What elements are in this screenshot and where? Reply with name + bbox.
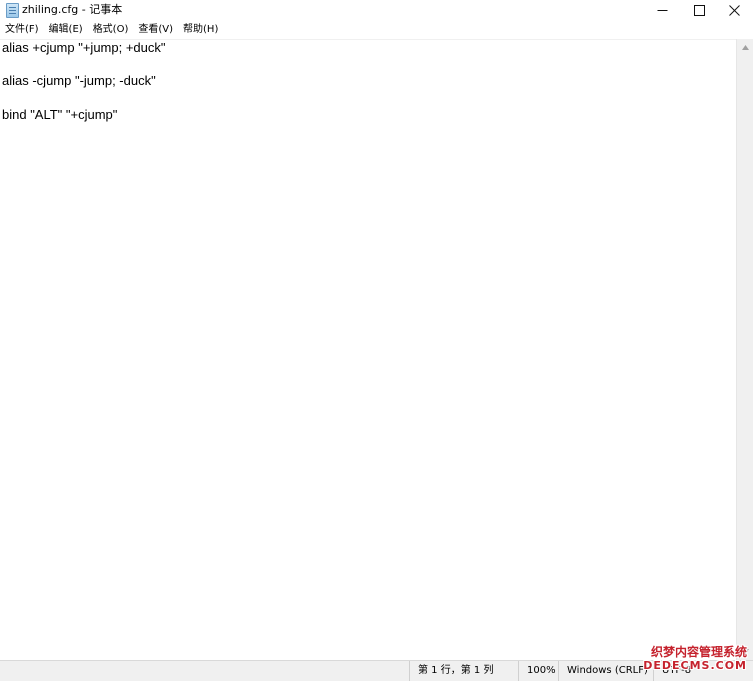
- text-editor[interactable]: alias +cjump "+jump; +duck" alias -cjump…: [0, 39, 736, 661]
- watermark-line2: DEDECMS.COM: [643, 659, 747, 672]
- scroll-up-arrow[interactable]: [737, 39, 753, 56]
- editor-line[interactable]: alias +cjump "+jump; +duck": [2, 40, 166, 55]
- maximize-icon: [694, 4, 705, 16]
- title-bar[interactable]: zhiling.cfg - 记事本: [0, 0, 753, 20]
- status-bar: 第 1 行，第 1 列 100% Windows (CRLF) UTF-8: [0, 660, 753, 681]
- menu-edit[interactable]: 编辑(E): [44, 20, 88, 39]
- notepad-icon: [6, 3, 19, 18]
- zoom-level: 100%: [518, 661, 559, 681]
- watermark: 织梦内容管理系统 DEDECMS.COM: [643, 645, 747, 673]
- maximize-button[interactable]: [681, 0, 718, 20]
- menu-view[interactable]: 查看(V): [133, 20, 178, 39]
- menu-file[interactable]: 文件(F): [0, 20, 44, 39]
- editor-line[interactable]: alias -cjump "-jump; -duck": [2, 73, 156, 88]
- close-button[interactable]: [716, 0, 753, 20]
- watermark-line1: 织梦内容管理系统: [650, 645, 747, 659]
- cursor-position: 第 1 行，第 1 列: [409, 661, 518, 681]
- window-title: zhiling.cfg - 记事本: [22, 3, 123, 16]
- vertical-scrollbar[interactable]: [736, 39, 753, 660]
- menu-bar: 文件(F) 编辑(E) 格式(O) 查看(V) 帮助(H): [0, 20, 753, 39]
- editor-line[interactable]: bind "ALT" "+cjump": [2, 107, 117, 122]
- minimize-button[interactable]: [644, 0, 681, 20]
- minimize-icon: [657, 9, 668, 11]
- chevron-up-icon: [742, 45, 749, 50]
- menu-format[interactable]: 格式(O): [88, 20, 134, 39]
- line-ending: Windows (CRLF): [558, 661, 653, 681]
- close-icon: [729, 4, 740, 16]
- menu-help[interactable]: 帮助(H): [178, 20, 223, 39]
